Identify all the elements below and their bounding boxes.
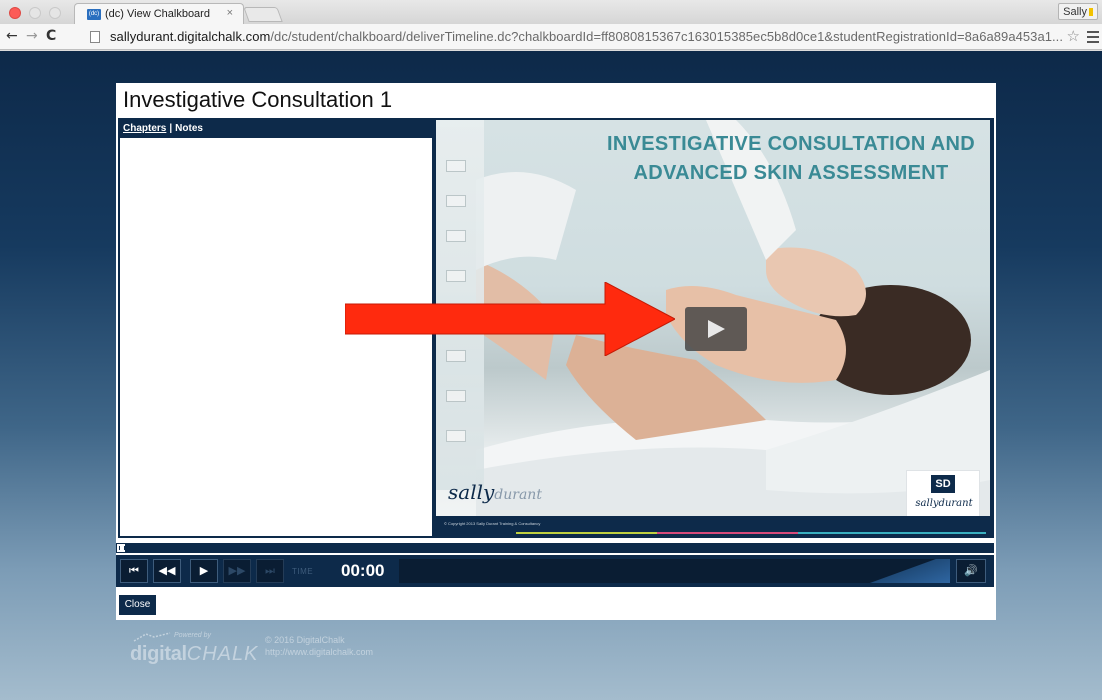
time-readout: 00:00 xyxy=(341,561,385,580)
browser-tab[interactable]: (dc) (dc) View Chalkboard × xyxy=(74,3,244,24)
footer-copyright: © 2016 DigitalChalk http://www.digitalch… xyxy=(265,634,373,658)
thumbnail xyxy=(446,230,466,242)
window-zoom-button[interactable] xyxy=(49,7,61,19)
tab-chapters[interactable]: Chapters xyxy=(123,123,166,134)
page-title: Investigative Consultation 1 xyxy=(123,87,393,112)
star-icon[interactable]: ☆ xyxy=(1067,27,1080,45)
back-arrow-icon[interactable]: ← xyxy=(6,28,18,44)
close-button[interactable]: Close xyxy=(119,595,156,615)
url-path: /dc/student/chalkboard/deliverTimeline.d… xyxy=(270,29,1063,44)
url-input[interactable]: sallydurant.digitalchalk.com/dc/student/… xyxy=(110,29,1063,44)
thumbnail xyxy=(446,160,466,172)
slide-footer: © Copyright 2013 Sally Durant Training &… xyxy=(436,516,990,534)
thumbnail xyxy=(446,430,466,442)
window-close-button[interactable] xyxy=(9,7,21,19)
first-button[interactable]: ⏮ xyxy=(120,559,148,583)
slide-color-bars xyxy=(516,532,986,534)
volume-icon[interactable]: 🔊 xyxy=(956,559,986,583)
thumbnail xyxy=(446,195,466,207)
progress-handle[interactable] xyxy=(116,543,126,553)
tab-favicon-icon: (dc) xyxy=(87,9,101,20)
digitalchalk-logo[interactable]: Powered by digitalCHALK xyxy=(130,630,258,666)
thumbnail xyxy=(446,390,466,402)
brand-name: sally xyxy=(448,480,495,504)
footer-copyright-text: © 2016 DigitalChalk xyxy=(265,635,345,645)
sd-brand-name: sallydurant xyxy=(915,498,973,509)
tab-close-icon[interactable]: × xyxy=(227,7,233,19)
brand-surname: durant xyxy=(494,487,542,503)
new-tab-button[interactable] xyxy=(243,7,283,22)
digitalchalk-wordmark: digitalCHALK xyxy=(130,643,259,666)
last-button[interactable]: ⏭ xyxy=(256,559,284,583)
slide-copyright: © Copyright 2013 Sally Durant Training &… xyxy=(444,521,541,526)
slide-title: INVESTIGATIVE CONSULTATION AND ADVANCED … xyxy=(607,133,975,184)
sd-logo: SD sallydurant xyxy=(906,470,980,522)
player-controls: ⏮ ◀◀ ▶ ▶▶ ⏭ TIME 00:00 🔊 xyxy=(116,555,994,587)
menu-icon[interactable] xyxy=(1087,31,1099,43)
url-host: sallydurant.digitalchalk.com xyxy=(110,29,271,44)
play-button[interactable]: ▶ xyxy=(190,559,218,583)
window-minimize-button[interactable] xyxy=(29,7,41,19)
profile-button[interactable]: Sally xyxy=(1058,3,1098,20)
browser-tab-bar: (dc) (dc) View Chalkboard × Sally xyxy=(0,0,1102,24)
digitalchalk-mark-icon xyxy=(133,632,171,642)
red-arrow-annotation xyxy=(345,282,675,356)
progress-bar[interactable] xyxy=(116,543,994,553)
wordmark-digital: digital xyxy=(130,643,187,665)
sally-durant-logo: sallydurant xyxy=(448,480,542,504)
tab-title: (dc) View Chalkboard xyxy=(105,8,210,20)
wordmark-chalk: CHALK xyxy=(186,643,259,665)
tab-notes[interactable]: Notes xyxy=(175,123,203,134)
forward-arrow-icon[interactable]: → xyxy=(26,28,38,44)
sd-monogram: SD xyxy=(931,475,955,493)
thumbnail xyxy=(446,270,466,282)
reload-icon[interactable]: C xyxy=(46,28,56,44)
sidebar-header: Chapters | Notes xyxy=(120,120,432,138)
play-video-button[interactable] xyxy=(685,307,747,351)
time-track[interactable] xyxy=(399,559,869,583)
powered-by-label: Powered by xyxy=(174,632,211,639)
fast-forward-button[interactable]: ▶▶ xyxy=(223,559,251,583)
tab-separator: | xyxy=(169,123,173,134)
time-label: TIME xyxy=(292,567,314,576)
address-bar: ← → C sallydurant.digitalchalk.com/dc/st… xyxy=(0,24,1102,50)
volume-slider[interactable] xyxy=(869,559,950,583)
footer-url-link[interactable]: http://www.digitalchalk.com xyxy=(265,646,373,658)
page-icon xyxy=(90,31,100,43)
rewind-button[interactable]: ◀◀ xyxy=(153,559,181,583)
